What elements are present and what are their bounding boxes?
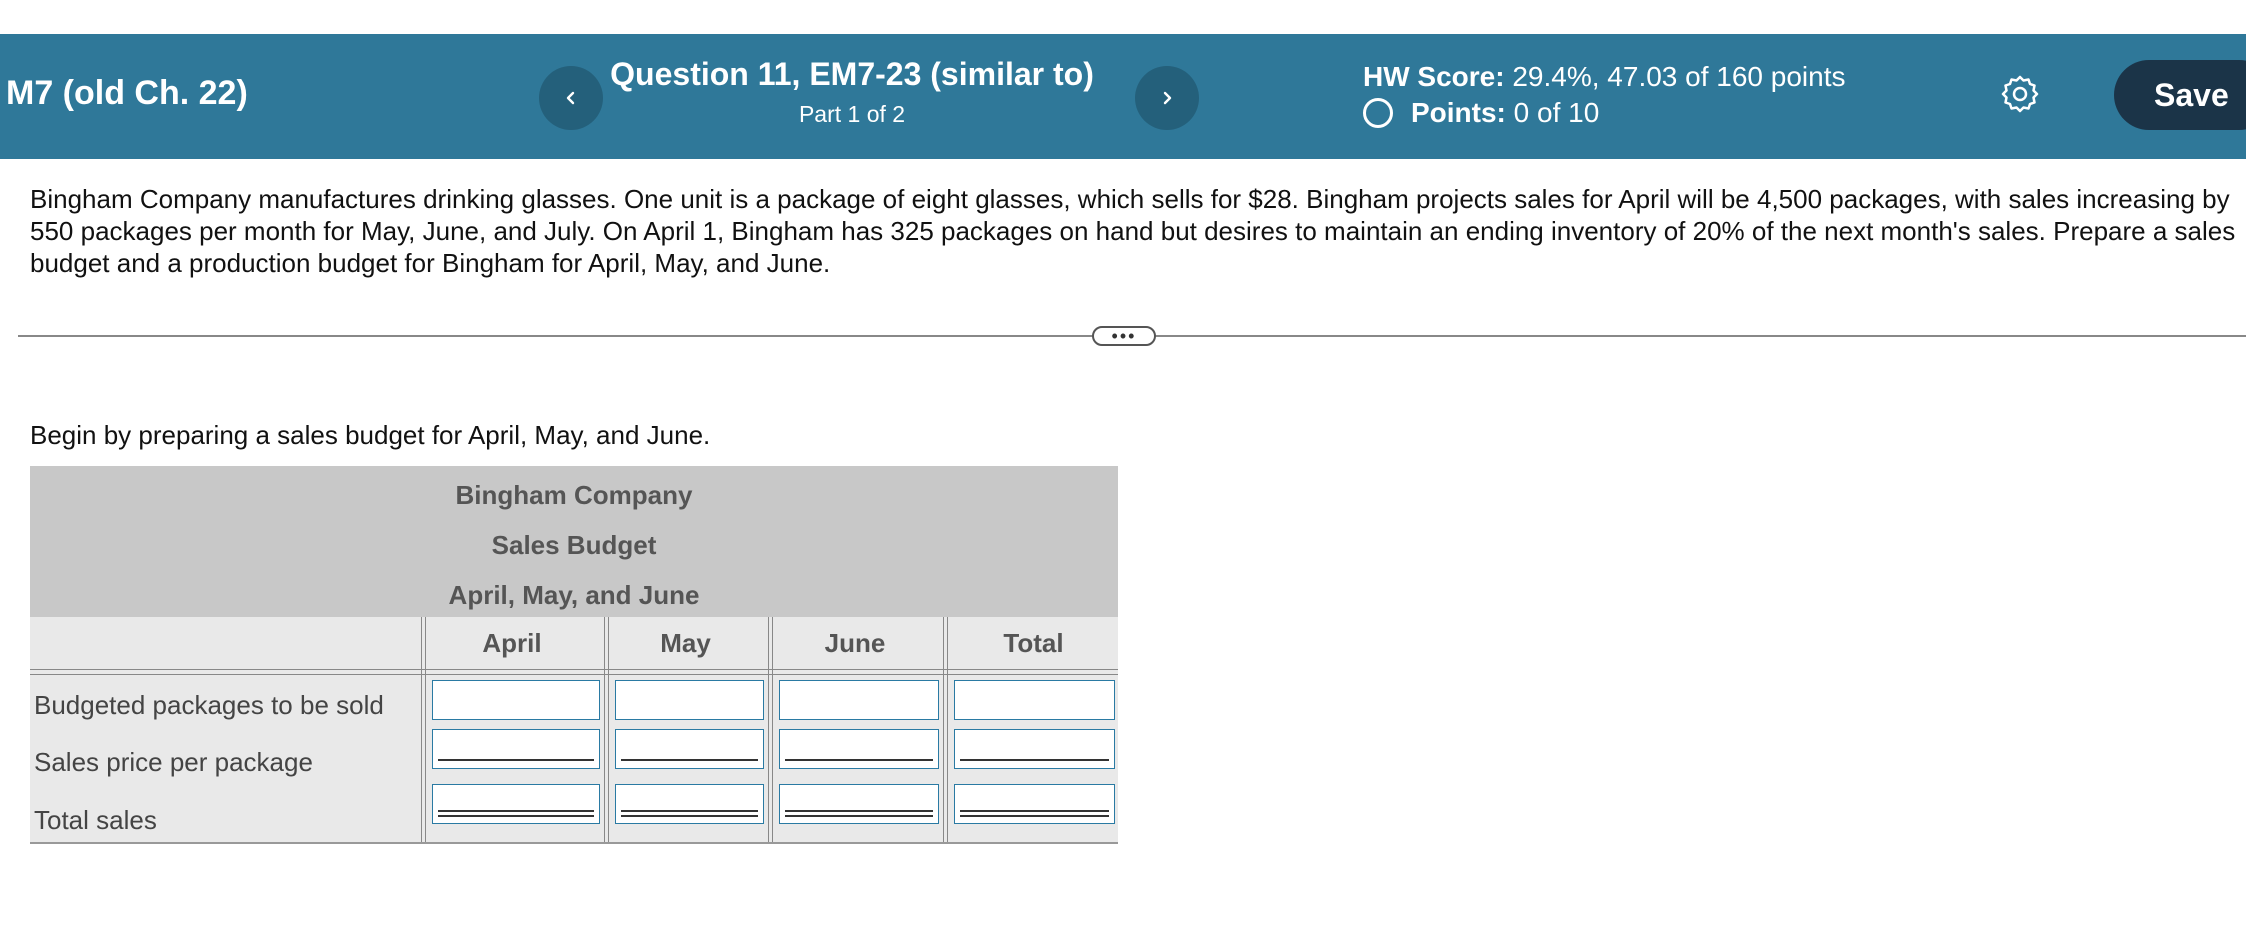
april-price-input[interactable]	[432, 729, 600, 769]
table-bottom-border	[30, 842, 1118, 844]
total-packages-input[interactable]	[954, 680, 1115, 720]
column-divider	[943, 617, 948, 844]
june-price-input[interactable]	[779, 729, 939, 769]
question-title: Question 11, EM7-23 (similar to)	[610, 56, 1094, 92]
assignment-title: M7 (old Ch. 22)	[6, 74, 248, 112]
next-question-button[interactable]	[1135, 66, 1199, 130]
header-divider	[30, 669, 1118, 675]
empty-circle-icon	[1363, 98, 1393, 128]
question-text: Bingham Company manufactures drinking gl…	[30, 184, 2236, 278]
column-header: June	[824, 627, 886, 658]
april-packages-input[interactable]	[432, 680, 600, 720]
more-icon: •••	[1111, 326, 1137, 346]
expand-handle[interactable]: •••	[1092, 326, 1156, 346]
column-divider	[421, 617, 426, 844]
column-header: Total	[1003, 627, 1064, 658]
points-label: Points:	[1411, 97, 1506, 128]
june-packages-input[interactable]	[779, 680, 939, 720]
question-part: Part 1 of 2	[798, 101, 906, 127]
table-heading: Bingham Company Sales Budget April, May,…	[30, 466, 1118, 617]
row-label: Sales price per package	[34, 747, 313, 777]
chevron-left-icon	[566, 91, 575, 105]
chevron-right-icon	[1163, 91, 1172, 105]
row-label: Total sales	[34, 805, 157, 835]
top-strip	[0, 0, 2246, 34]
points-value: 0 of 10	[1513, 97, 1600, 128]
company-name: Bingham Company	[455, 480, 693, 510]
save-button[interactable]: Save	[2114, 60, 2246, 130]
gear-icon[interactable]	[2000, 74, 2040, 114]
april-total-sales-input[interactable]	[432, 784, 600, 824]
total-total-sales-input[interactable]	[954, 784, 1115, 824]
budget-period: April, May, and June	[448, 580, 700, 610]
may-price-input[interactable]	[615, 729, 764, 769]
sales-budget-table: Bingham Company Sales Budget April, May,…	[30, 466, 1118, 844]
question-header: M7 (old Ch. 22) Question 11, EM7-23 (sim…	[0, 34, 2246, 159]
total-price-input[interactable]	[954, 729, 1115, 769]
instruction-text: Begin by preparing a sales budget for Ap…	[30, 420, 711, 450]
row-label: Budgeted packages to be sold	[34, 690, 384, 720]
column-header: April	[482, 627, 542, 658]
hw-score-label: HW Score:	[1363, 61, 1505, 92]
hw-score-value: 29.4%, 47.03 of 160 points	[1512, 61, 1846, 92]
may-total-sales-input[interactable]	[615, 784, 764, 824]
june-total-sales-input[interactable]	[779, 784, 939, 824]
budget-title: Sales Budget	[491, 530, 657, 560]
may-packages-input[interactable]	[615, 680, 764, 720]
column-divider	[768, 617, 773, 844]
points-status: Points: 0 of 10	[1363, 97, 1599, 129]
previous-question-button[interactable]	[539, 66, 603, 130]
column-header: May	[660, 627, 711, 658]
hw-score: HW Score: 29.4%, 47.03 of 160 points	[1363, 61, 1846, 93]
column-divider	[604, 617, 609, 844]
